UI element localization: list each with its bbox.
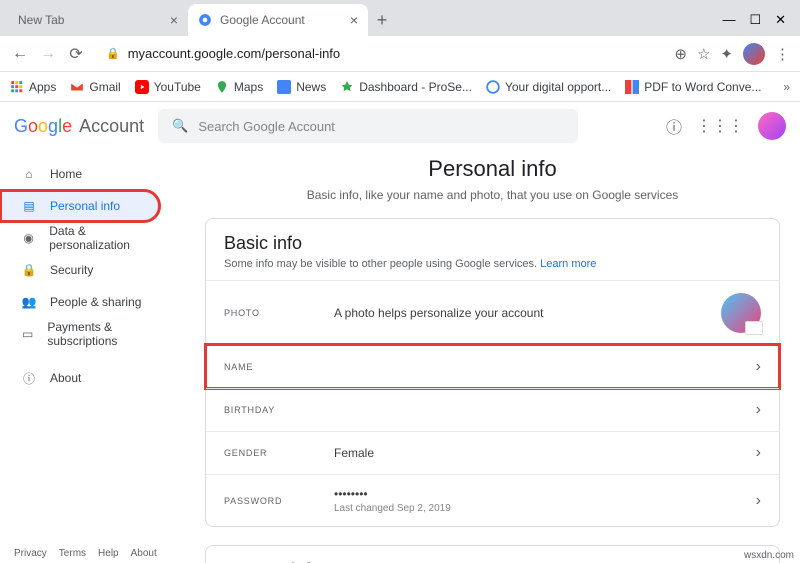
reload-button[interactable]: ⟳ <box>66 44 86 64</box>
bookmark-star-icon[interactable]: ☆ <box>697 45 710 63</box>
profile-photo[interactable] <box>721 293 761 333</box>
page-title: Personal info <box>205 156 780 182</box>
apps-icon <box>10 80 24 94</box>
user-avatar[interactable] <box>758 112 786 140</box>
bookmarks-bar: Apps Gmail YouTube Maps News Dashboard -… <box>0 72 800 102</box>
contact-info-card: Contact info EMAIL › PHONE › <box>205 545 780 563</box>
close-window-icon[interactable]: ✕ <box>775 12 786 28</box>
forward-button[interactable]: → <box>38 44 58 64</box>
tab-close-icon[interactable]: × <box>170 12 178 28</box>
back-button[interactable]: ← <box>10 44 30 64</box>
basic-info-card: Basic info Some info may be visible to o… <box>205 218 780 527</box>
chevron-right-icon: › <box>756 358 761 376</box>
photo-row[interactable]: PHOTO A photo helps personalize your acc… <box>206 280 779 345</box>
chevron-right-icon: › <box>756 444 761 462</box>
name-row[interactable]: NAME › <box>206 345 779 388</box>
sidebar-nav: ⌂Home ▤Personal info ◉Data & personaliza… <box>0 150 185 563</box>
youtube-bookmark[interactable]: YouTube <box>135 80 201 94</box>
help-icon[interactable]: ⓘ <box>666 114 682 138</box>
birthday-row[interactable]: BIRTHDAY › <box>206 388 779 431</box>
lock-icon: 🔒 <box>106 47 120 60</box>
maps-icon <box>215 80 229 94</box>
people-icon: 👥 <box>20 295 38 309</box>
address-bar[interactable]: 🔒 myaccount.google.com/personal-info <box>94 40 666 68</box>
basic-info-title: Basic info <box>224 233 761 254</box>
search-icon: 🔍 <box>172 118 188 134</box>
sidebar-people[interactable]: 👥People & sharing <box>0 286 185 318</box>
search-input[interactable]: 🔍 Search Google Account <box>158 109 578 143</box>
chevron-right-icon: › <box>756 401 761 419</box>
terms-link[interactable]: Terms <box>59 548 86 559</box>
url-text: myaccount.google.com/personal-info <box>128 46 340 61</box>
tab-new[interactable]: New Tab × <box>8 4 188 36</box>
sidebar-about[interactable]: ⓘAbout <box>0 362 185 394</box>
extensions-icon[interactable]: ✦ <box>720 45 733 63</box>
tab-title: New Tab <box>18 13 64 27</box>
youtube-icon <box>135 80 149 94</box>
apps-grid-icon[interactable]: ⋮⋮⋮ <box>696 116 744 136</box>
dashboard-bookmark[interactable]: Dashboard - ProSe... <box>340 80 472 94</box>
tab-close-icon[interactable]: × <box>350 12 358 28</box>
apps-bookmark[interactable]: Apps <box>10 80 56 94</box>
id-card-icon: ▤ <box>20 199 38 213</box>
minimize-icon[interactable]: — <box>722 12 735 28</box>
google-favicon <box>198 13 212 27</box>
sidebar-data[interactable]: ◉Data & personalization <box>0 222 185 254</box>
google-icon <box>486 80 500 94</box>
password-row[interactable]: PASSWORD •••••••• Last changed Sep 2, 20… <box>206 474 779 526</box>
chevron-right-icon: › <box>756 492 761 510</box>
bookmarks-overflow-icon[interactable]: » <box>783 80 790 94</box>
dashboard-icon <box>340 80 354 94</box>
gender-row[interactable]: GENDER Female › <box>206 431 779 474</box>
digital-bookmark[interactable]: Your digital opport... <box>486 80 611 94</box>
footer-links: Privacy Terms Help About <box>14 548 157 559</box>
gmail-bookmark[interactable]: Gmail <box>70 80 120 94</box>
tab-bar: New Tab × Google Account × + — ☐ ✕ <box>0 0 800 36</box>
lock-icon: 🔒 <box>20 263 38 277</box>
news-bookmark[interactable]: News <box>277 80 326 94</box>
maximize-icon[interactable]: ☐ <box>749 12 761 28</box>
card-icon: ▭ <box>20 327 35 341</box>
tab-title: Google Account <box>220 13 305 27</box>
watermark: wsxdn.com <box>744 550 794 561</box>
privacy-link[interactable]: Privacy <box>14 548 47 559</box>
new-tab-button[interactable]: + <box>368 6 396 34</box>
info-icon: ⓘ <box>20 370 38 387</box>
zoom-icon[interactable]: ⊕ <box>674 45 687 63</box>
sidebar-security[interactable]: 🔒Security <box>0 254 185 286</box>
learn-more-link[interactable]: Learn more <box>540 258 596 270</box>
sidebar-personal-info[interactable]: ▤Personal info <box>0 190 160 222</box>
tab-google-account[interactable]: Google Account × <box>188 4 368 36</box>
gmail-icon <box>70 80 84 94</box>
about-link[interactable]: About <box>131 548 157 559</box>
home-icon: ⌂ <box>20 167 38 181</box>
news-icon <box>277 80 291 94</box>
help-link[interactable]: Help <box>98 548 119 559</box>
profile-avatar[interactable] <box>743 43 765 65</box>
pdf-bookmark[interactable]: PDF to Word Conve... <box>625 80 761 94</box>
sidebar-home[interactable]: ⌂Home <box>0 158 185 190</box>
maps-bookmark[interactable]: Maps <box>215 80 263 94</box>
google-account-logo[interactable]: Google Account <box>14 116 144 137</box>
data-icon: ◉ <box>20 231 37 245</box>
basic-info-subtitle: Some info may be visible to other people… <box>224 258 761 270</box>
sidebar-payments[interactable]: ▭Payments & subscriptions <box>0 318 185 350</box>
page-subtitle: Basic info, like your name and photo, th… <box>205 188 780 202</box>
pdf-icon <box>625 80 639 94</box>
menu-icon[interactable]: ⋮ <box>775 45 790 63</box>
